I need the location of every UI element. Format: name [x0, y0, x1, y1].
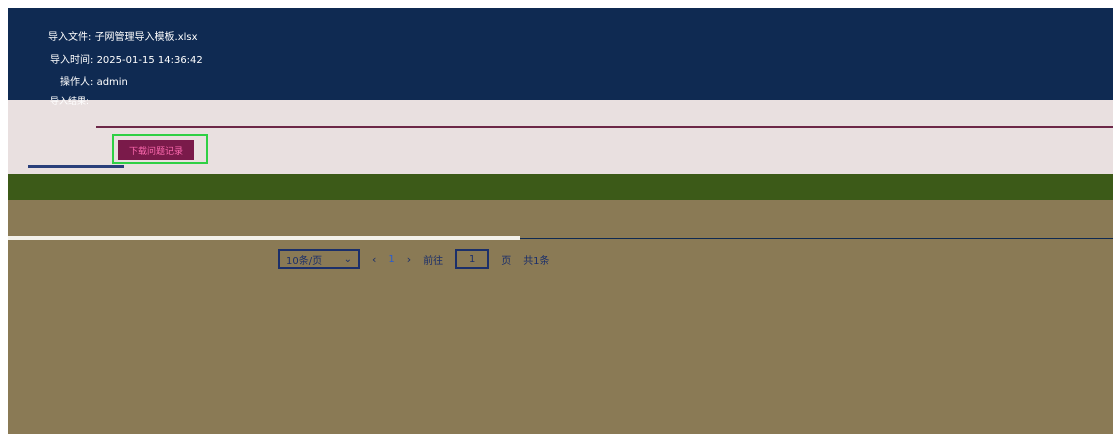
next-page-icon[interactable]: ›	[407, 253, 411, 266]
import-time-value: 2025-01-15 14:36:42	[96, 55, 203, 66]
total-count: 共1条	[523, 255, 550, 267]
operator-row: 操作人: admin	[60, 73, 128, 88]
download-issues-button[interactable]: 下载问题记录	[118, 140, 194, 160]
tab-gap	[8, 126, 96, 134]
page-suffix: 页	[501, 255, 512, 267]
page-size-value: 10条/页	[286, 255, 323, 267]
import-info-panel: 导入文件: 子网管理导入模板.xlsx 导入时间: 2025-01-15 14:…	[8, 8, 1113, 100]
operator-label: 操作人:	[60, 77, 94, 88]
table-row	[8, 208, 1113, 234]
goto-label: 前往	[423, 255, 444, 267]
chevron-down-icon: ⌄	[343, 253, 352, 265]
goto-page-input[interactable]	[455, 249, 490, 269]
import-file-row: 导入文件: 子网管理导入模板.xlsx	[48, 28, 198, 43]
import-file-value: 子网管理导入模板.xlsx	[94, 32, 198, 43]
prev-page-icon[interactable]: ‹	[372, 253, 376, 266]
import-result-dialog: 导入文件: 子网管理导入模板.xlsx 导入时间: 2025-01-15 14:…	[8, 8, 1113, 434]
import-file-label: 导入文件:	[48, 32, 92, 43]
import-result-label: 导入结果:	[50, 97, 90, 107]
import-time-row: 导入时间: 2025-01-15 14:36:42	[50, 51, 203, 66]
table-header	[8, 174, 1113, 200]
download-focus-ring: 下载问题记录	[112, 134, 208, 164]
pagination: 10条/页 ⌄ ‹ 1 › 前往 页 共1条	[278, 248, 550, 270]
horizontal-scrollbar[interactable]	[8, 236, 520, 240]
import-time-label: 导入时间:	[50, 55, 94, 66]
page-number[interactable]: 1	[388, 254, 394, 265]
operator-value: admin	[96, 77, 128, 88]
import-result-band: 导入结果:	[8, 97, 1113, 128]
page-size-select[interactable]: 10条/页 ⌄	[278, 249, 360, 269]
tab-active-indicator	[28, 165, 124, 168]
